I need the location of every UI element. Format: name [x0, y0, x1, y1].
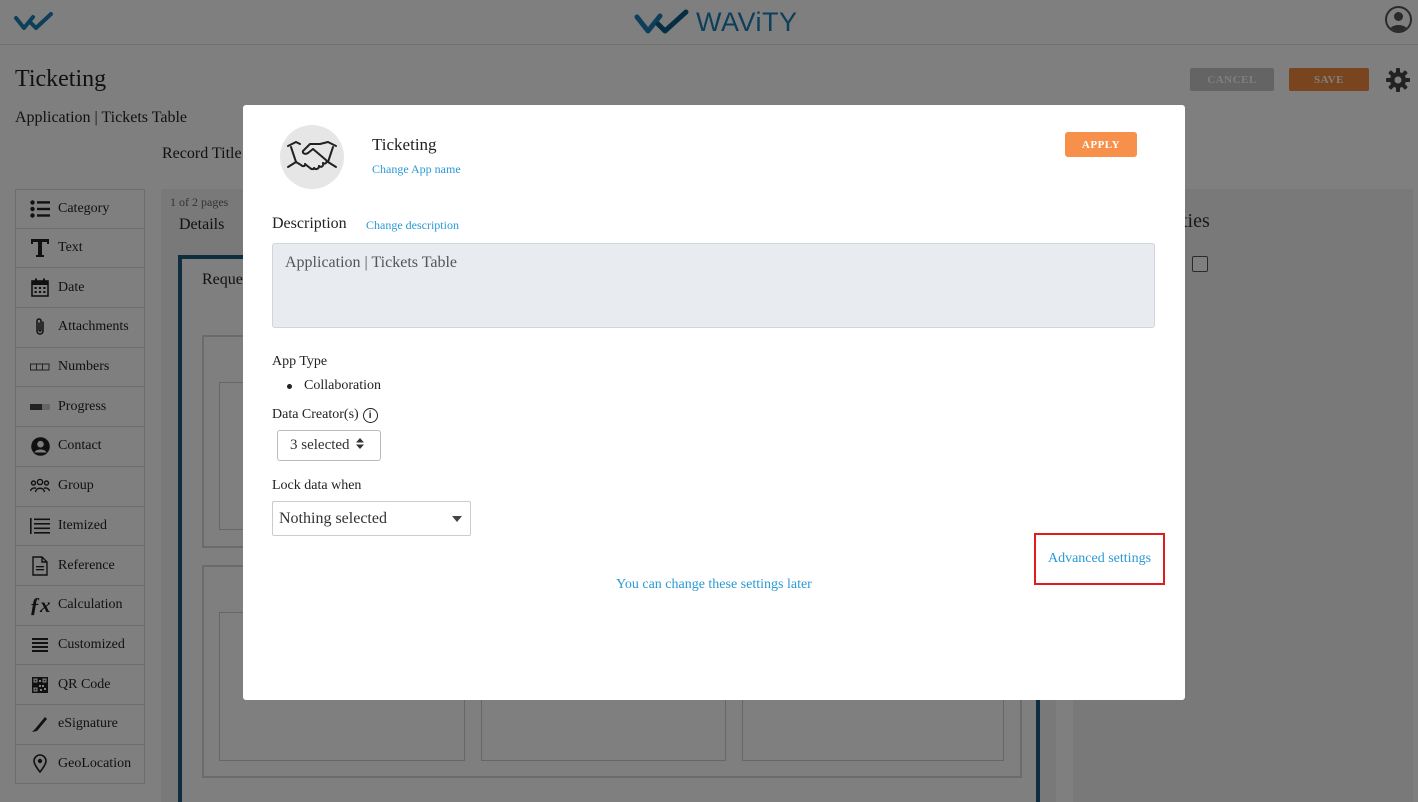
- data-creators-select[interactable]: 3 selected: [277, 430, 381, 461]
- app-name: Ticketing: [372, 135, 437, 154]
- info-icon[interactable]: i: [362, 407, 378, 423]
- description-textarea[interactable]: Application | Tickets Table: [272, 243, 1155, 328]
- caret-down-icon: [452, 516, 462, 522]
- sort-arrows-icon: [355, 437, 364, 454]
- app-avatar[interactable]: [280, 125, 344, 189]
- app-type-value: Collaboration: [304, 378, 381, 393]
- lock-data-value: Nothing selected: [279, 509, 387, 527]
- description-label: Description: [272, 215, 347, 232]
- data-creators-value: 3 selected: [290, 437, 350, 453]
- app-settings-dialog: Ticketing Change App name APPLY Descript…: [243, 105, 1185, 700]
- lock-data-select[interactable]: Nothing selected: [272, 501, 471, 536]
- data-creators-text: Data Creator(s): [272, 407, 359, 422]
- lock-data-label: Lock data when: [272, 478, 362, 493]
- handshake-icon: [286, 138, 338, 177]
- bullet-icon: [287, 383, 292, 389]
- settings-later-note: You can change these settings later: [616, 577, 812, 592]
- app-type-label: App Type: [272, 354, 328, 369]
- advanced-settings-link[interactable]: Advanced settings: [1048, 551, 1151, 567]
- apply-button[interactable]: APPLY: [1065, 132, 1137, 157]
- change-app-name-link[interactable]: Change App name: [372, 162, 461, 177]
- change-description-link[interactable]: Change description: [366, 218, 459, 233]
- app-type-item: Collaboration: [287, 378, 381, 394]
- data-creators-label: Data Creator(s) i: [272, 407, 378, 423]
